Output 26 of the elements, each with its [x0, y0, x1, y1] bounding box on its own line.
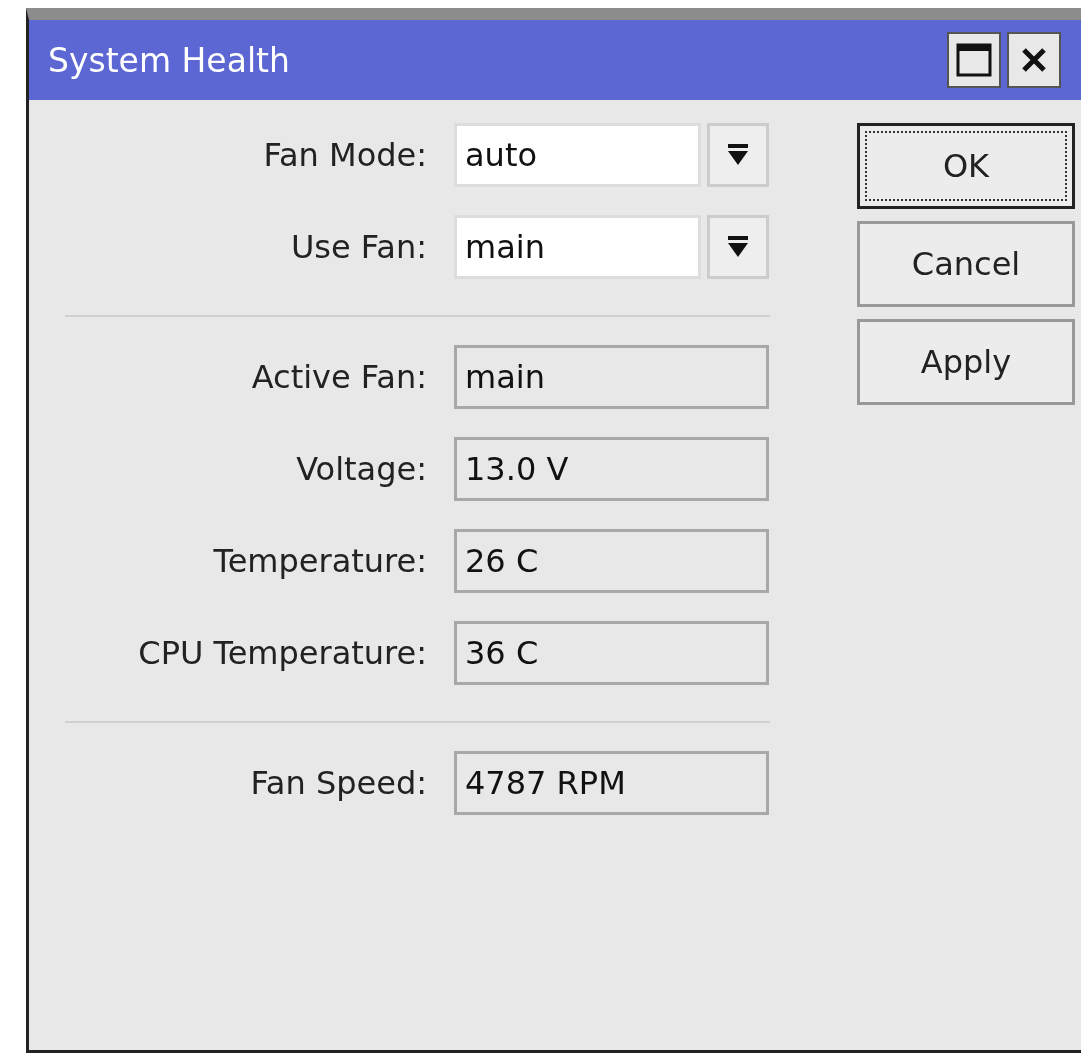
- field-label: Fan Speed:: [249, 764, 427, 802]
- dialog-button[interactable]: OK: [857, 123, 1075, 209]
- dropdown-button[interactable]: [707, 123, 769, 187]
- dropdown-arrow-icon: [727, 235, 749, 259]
- field-label: Voltage:: [295, 450, 427, 488]
- field-label: Fan Mode:: [262, 136, 427, 174]
- field-label: CPU Temperature:: [137, 634, 427, 672]
- select-field[interactable]: main: [454, 215, 701, 279]
- readonly-field: main: [454, 345, 769, 409]
- dropdown-button[interactable]: [707, 215, 769, 279]
- readonly-field: 13.0 V: [454, 437, 769, 501]
- dialog-button[interactable]: Cancel: [857, 221, 1075, 307]
- select-field[interactable]: auto: [454, 123, 701, 187]
- readonly-field: 4787 RPM: [454, 751, 769, 815]
- readonly-field: 26 C: [454, 529, 769, 593]
- maximize-button[interactable]: [947, 32, 1001, 88]
- field-label: Use Fan:: [289, 228, 427, 266]
- close-icon: [1021, 47, 1047, 73]
- close-button[interactable]: [1007, 32, 1061, 88]
- maximize-icon: [956, 43, 992, 77]
- field-label: Active Fan:: [250, 358, 427, 396]
- field-label: Temperature:: [212, 542, 427, 580]
- readonly-field: 36 C: [454, 621, 769, 685]
- dialog-button[interactable]: Apply: [857, 319, 1075, 405]
- dropdown-arrow-icon: [727, 143, 749, 167]
- window-title: System Health: [48, 40, 291, 80]
